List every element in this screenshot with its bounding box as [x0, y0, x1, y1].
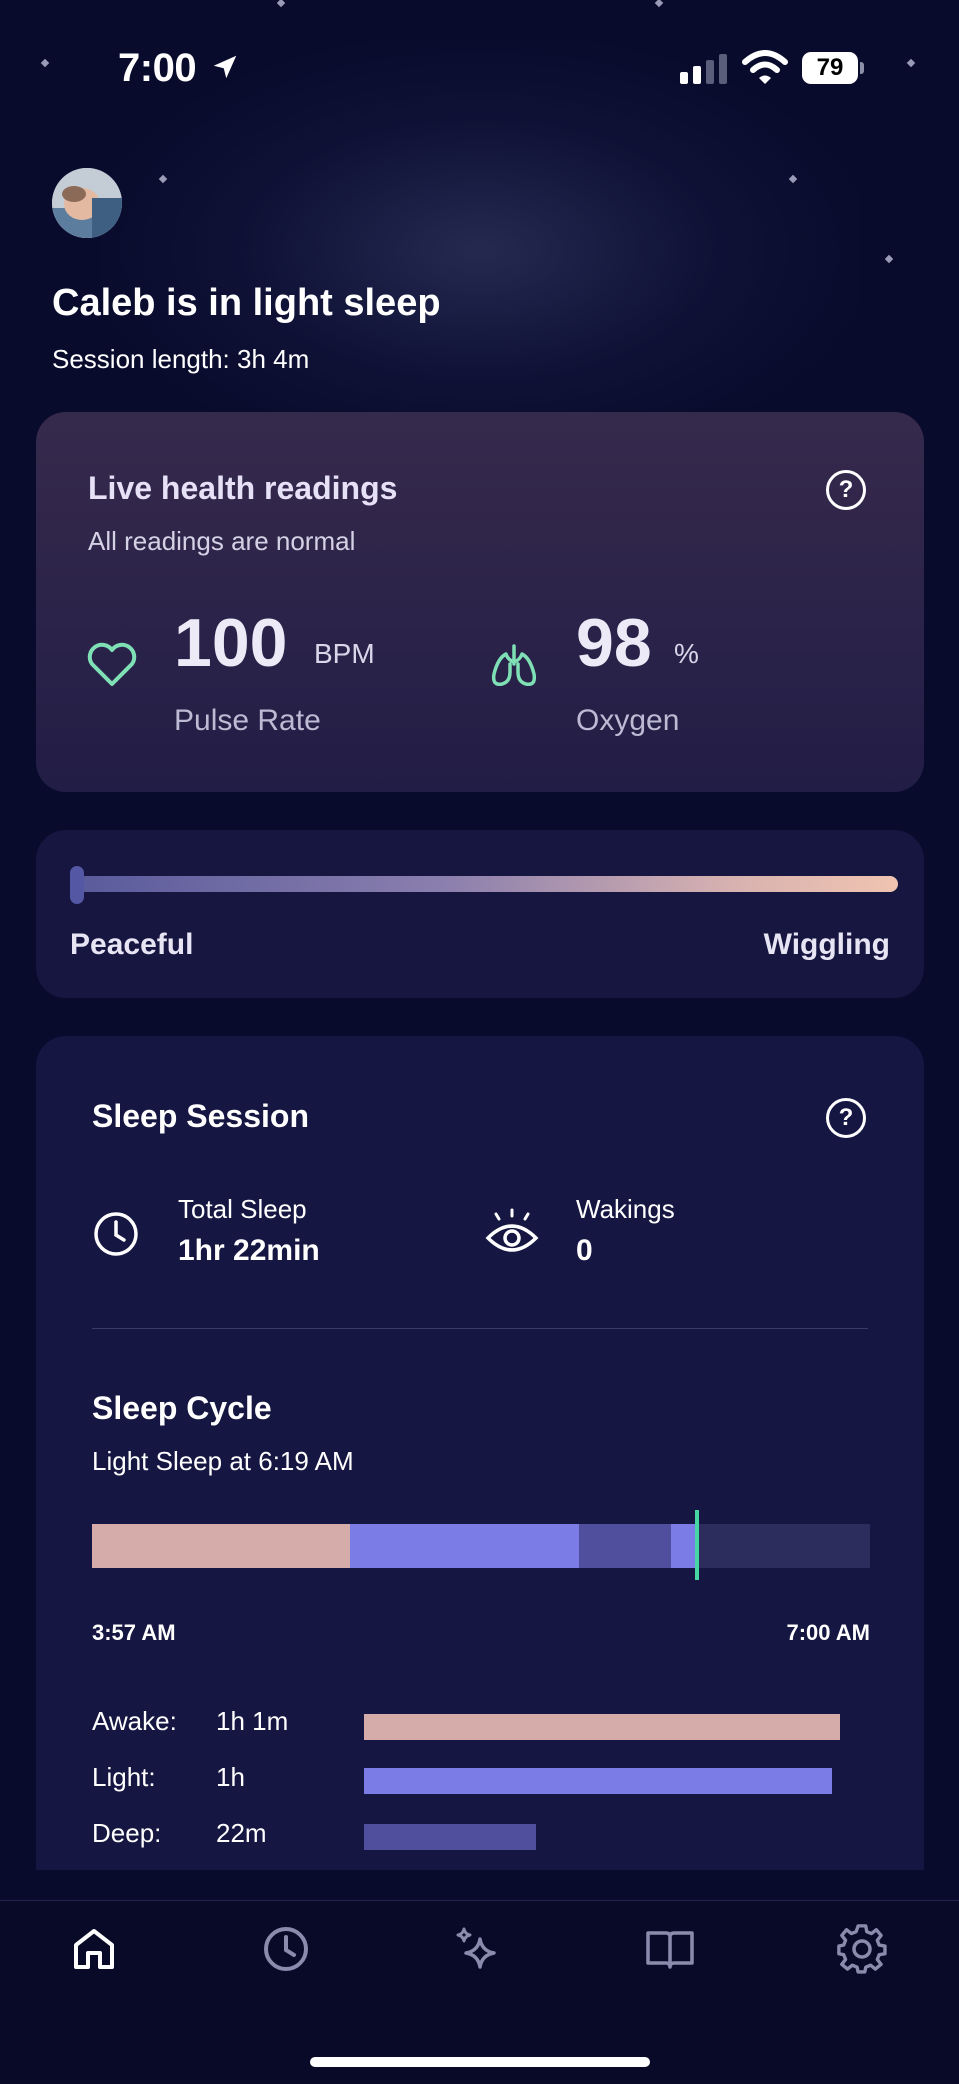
awake-value: 1h 1m — [216, 1706, 289, 1736]
deep-value: 22m — [216, 1818, 267, 1848]
sleep-cycle-subtitle: Light Sleep at 6:19 AM — [92, 1446, 354, 1476]
star-decoration — [276, 0, 286, 8]
battery-cap — [860, 62, 864, 74]
awake-label: Awake: — [92, 1706, 177, 1736]
status-time: 7:00 — [118, 46, 197, 90]
avatar[interactable] — [52, 168, 122, 238]
deep-label: Deep: — [92, 1818, 162, 1848]
oxygen-value: 98 — [576, 605, 652, 681]
location-arrow-icon — [213, 55, 237, 79]
tab-learn[interactable] — [640, 1919, 700, 1979]
pulse-label: Pulse Rate — [174, 704, 321, 737]
cycle-segment-awake — [92, 1524, 351, 1568]
sleep-session-title: Sleep Session — [92, 1098, 309, 1134]
star-decoration — [40, 58, 50, 68]
sleep-session-card: Sleep Session ? Total Sleep 1hr 22min Wa… — [36, 1036, 924, 1870]
tab-history[interactable] — [256, 1919, 316, 1979]
current-time-marker — [694, 1510, 699, 1580]
sleep-cycle-title: Sleep Cycle — [92, 1390, 272, 1426]
lungs-icon — [491, 644, 537, 687]
health-help-button[interactable]: ? — [826, 470, 866, 510]
settings-gear-icon — [837, 1924, 887, 1974]
oxygen-label: Oxygen — [576, 704, 680, 737]
health-card-subtitle: All readings are normal — [88, 526, 356, 556]
total-sleep-value: 1hr 22min — [178, 1234, 320, 1267]
eye-icon — [485, 1208, 539, 1252]
motion-label-peaceful: Peaceful — [70, 928, 194, 961]
star-decoration — [158, 174, 168, 184]
tab-home[interactable] — [64, 1919, 124, 1979]
heart-icon — [87, 642, 137, 686]
sparkles-icon — [456, 1927, 496, 1969]
cycle-segment-deep — [579, 1524, 671, 1568]
session-length: Session length: 3h 4m — [52, 344, 310, 374]
star-decoration — [654, 0, 664, 8]
pulse-value: 100 — [174, 605, 288, 681]
oxygen-unit: % — [674, 638, 699, 669]
sleep-cycle-bar — [92, 1510, 870, 1580]
cycle-start-time: 3:57 AM — [92, 1620, 176, 1645]
motion-card: Peaceful Wiggling — [36, 830, 924, 998]
book-icon — [646, 1931, 694, 1969]
light-value: 1h — [216, 1762, 245, 1792]
home-icon — [74, 1929, 114, 1969]
sleep-status-title: Caleb is in light sleep — [52, 282, 441, 324]
star-decoration — [788, 174, 798, 184]
total-sleep-label: Total Sleep — [178, 1194, 307, 1224]
light-duration-bar — [364, 1768, 832, 1794]
live-health-card: Live health readings All readings are no… — [36, 412, 924, 792]
wakings-value: 0 — [576, 1234, 593, 1267]
deep-duration-bar — [364, 1824, 536, 1850]
tab-settings[interactable] — [832, 1919, 892, 1979]
cycle-segment-light — [350, 1524, 579, 1568]
health-card-title: Live health readings — [88, 470, 398, 506]
awake-duration-bar — [364, 1714, 840, 1740]
divider — [92, 1328, 868, 1329]
clock-icon — [94, 1212, 138, 1256]
bottom-tab-bar — [0, 1900, 959, 2084]
history-clock-icon — [264, 1927, 308, 1971]
pulse-unit: BPM — [314, 638, 375, 669]
motion-scale-track — [78, 876, 898, 892]
battery-indicator: 79 — [802, 52, 858, 84]
light-label: Light: — [92, 1762, 156, 1792]
wakings-label: Wakings — [576, 1194, 675, 1224]
session-help-button[interactable]: ? — [826, 1098, 866, 1138]
cycle-end-time: 7:00 AM — [786, 1620, 870, 1645]
wifi-icon — [742, 50, 788, 84]
tab-insights[interactable] — [446, 1919, 506, 1979]
star-decoration — [884, 254, 894, 264]
background-glow — [100, 40, 860, 460]
home-indicator — [310, 2057, 650, 2067]
motion-label-wiggling: Wiggling — [763, 928, 890, 961]
cycle-segment-remaining — [696, 1524, 870, 1568]
motion-level-indicator — [70, 866, 84, 904]
baby-photo-icon — [52, 168, 122, 238]
cycle-segment-light — [670, 1524, 697, 1568]
star-decoration — [906, 58, 916, 68]
cellular-signal-icon — [680, 54, 727, 84]
